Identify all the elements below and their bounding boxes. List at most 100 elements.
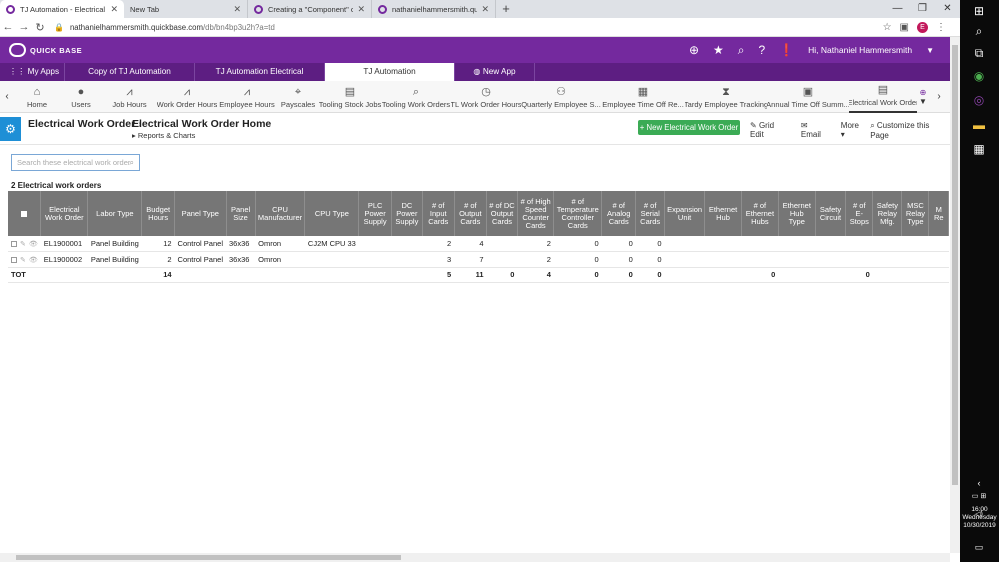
- close-icon[interactable]: ✕: [233, 4, 241, 15]
- reload-icon[interactable]: ↻: [32, 21, 48, 34]
- vertical-scroll-thumb[interactable]: [952, 45, 958, 485]
- column-header[interactable]: # of Input Cards: [422, 191, 455, 236]
- column-header[interactable]: # of Output Cards: [454, 191, 488, 236]
- column-header[interactable]: MSC Relay Type: [901, 191, 930, 236]
- profile-avatar[interactable]: E: [917, 21, 928, 33]
- close-icon[interactable]: ✕: [481, 4, 489, 15]
- email-button[interactable]: ✉ Email: [801, 121, 830, 140]
- add-table-icon[interactable]: ⊕: [920, 88, 927, 97]
- calculator-icon[interactable]: ▦: [970, 140, 988, 158]
- browser-tab[interactable]: New Tab ✕: [124, 0, 248, 18]
- table-row[interactable]: ✎ 👁 EL1900002 Panel Building 2 Control Pa…: [8, 251, 949, 268]
- clock[interactable]: 16:00 Wednesday 10/30/2019: [960, 506, 999, 530]
- column-header[interactable]: Panel Type: [174, 191, 227, 236]
- column-header[interactable]: Budget Hours: [141, 191, 176, 236]
- new-app-button[interactable]: ◍ New App: [455, 63, 535, 81]
- add-icon[interactable]: ⊕: [689, 43, 699, 57]
- table-item-annual-time-off[interactable]: ▣ Annual Time Off Summ...: [767, 81, 849, 113]
- grid-edit-button[interactable]: ✎ Grid Edit: [750, 121, 790, 140]
- table-item-job-hours[interactable]: ⩘ Job Hours: [102, 81, 157, 113]
- close-icon[interactable]: ✕: [110, 4, 118, 15]
- menu-icon[interactable]: ⋮: [936, 22, 946, 33]
- reports-link[interactable]: ▸ Reports & Charts: [132, 131, 195, 140]
- table-item-payscales[interactable]: ⌖ Payscales: [277, 81, 319, 113]
- table-item-employee-time-off[interactable]: ▦ Employee Time Off Re...: [601, 81, 685, 113]
- table-item-tl-work-order-hours[interactable]: ◷ TL Work Order Hours: [451, 81, 521, 113]
- table-item-electrical-work-order[interactable]: ▤ Electrical Work Order: [849, 81, 917, 113]
- table-item-quarterly-employee[interactable]: ⚇ Quarterly Employee S...: [521, 81, 601, 113]
- breadcrumb-table[interactable]: Electrical Work Order ›: [28, 118, 142, 130]
- column-header[interactable]: Ethernet Hub Type: [778, 191, 816, 236]
- quickbase-logo[interactable]: QUICK BASE: [0, 43, 82, 57]
- favorites-star-icon[interactable]: ★: [713, 43, 724, 57]
- view-icon[interactable]: 👁: [29, 257, 38, 264]
- browser-tab[interactable]: nathanielhammersmith.quickbas ✕: [372, 0, 496, 18]
- windows-start-icon[interactable]: ⊞: [970, 2, 988, 20]
- view-icon[interactable]: 👁: [29, 241, 38, 248]
- search-icon[interactable]: ⌕: [970, 22, 988, 40]
- column-header[interactable]: CPU Type: [304, 191, 360, 236]
- forward-icon[interactable]: →: [16, 21, 32, 33]
- column-header[interactable]: # of DC Output Cards: [486, 191, 518, 236]
- column-header[interactable]: # of High Speed Counter Cards: [517, 191, 555, 236]
- chevron-down-icon[interactable]: ▼: [919, 97, 927, 106]
- app-tab-active[interactable]: TJ Automation: [325, 63, 455, 81]
- app-tab[interactable]: Copy of TJ Automation: [65, 63, 195, 81]
- horizontal-scroll-thumb[interactable]: [16, 555, 401, 560]
- alert-icon[interactable]: ❗: [779, 43, 794, 57]
- table-item-tooling-work-orders[interactable]: ⌕ Tooling Work Orders: [381, 81, 451, 113]
- extension-icon[interactable]: ▣: [900, 22, 909, 33]
- file-explorer-icon[interactable]: ▬: [970, 116, 988, 134]
- column-header[interactable]: CPU Manufacturer: [255, 191, 306, 236]
- my-apps-button[interactable]: ⋮⋮ My Apps: [0, 63, 65, 81]
- chrome-icon[interactable]: ◉: [970, 67, 988, 85]
- edit-icon[interactable]: ✎: [20, 241, 26, 248]
- column-header[interactable]: DC Power Supply: [391, 191, 423, 236]
- column-header[interactable]: PLC Power Supply: [358, 191, 392, 236]
- minimize-icon[interactable]: —: [885, 0, 910, 18]
- close-icon[interactable]: ✕: [357, 4, 365, 15]
- system-tray-icons[interactable]: ▭ ⊞ ◁): [970, 488, 988, 518]
- column-header[interactable]: Electrical Work Order: [40, 191, 89, 236]
- column-header[interactable]: M Re: [928, 191, 949, 236]
- url-field[interactable]: 🔒 nathanielhammersmith.quickbase.com/db/…: [48, 20, 883, 35]
- task-view-icon[interactable]: ⧉: [970, 44, 988, 62]
- edit-icon[interactable]: ✎: [20, 257, 26, 264]
- search-input[interactable]: [17, 158, 130, 167]
- column-header[interactable]: Safety Relay Mfg.: [872, 191, 903, 236]
- table-item-work-order-hours[interactable]: ⩘ Work Order Hours: [157, 81, 217, 113]
- chevron-down-icon[interactable]: ▼: [926, 46, 934, 55]
- scroll-left-icon[interactable]: ‹: [0, 81, 14, 112]
- column-header[interactable]: Safety Circuit: [815, 191, 847, 236]
- row-checkbox[interactable]: [11, 241, 17, 248]
- column-header[interactable]: Panel Size: [226, 191, 256, 236]
- select-all-checkbox[interactable]: [21, 210, 28, 217]
- column-header[interactable]: Ethernet Hub: [704, 191, 742, 236]
- table-item-tardy-employee[interactable]: ⧗ Tardy Employee Tracking: [685, 81, 767, 113]
- star-icon[interactable]: ☆: [883, 22, 892, 33]
- browser-tab[interactable]: Creating a "Component" of with ✕: [248, 0, 372, 18]
- column-header[interactable]: # of Ethernet Hubs: [741, 191, 779, 236]
- column-header[interactable]: # of Temperature Controller Cards: [553, 191, 603, 236]
- column-header[interactable]: Labor Type: [87, 191, 143, 236]
- search-icon[interactable]: ⌕: [738, 43, 745, 58]
- user-menu[interactable]: Hi, Nathaniel Hammersmith: [808, 45, 912, 55]
- notification-icon[interactable]: ▭: [970, 538, 988, 556]
- close-window-icon[interactable]: ✕: [935, 0, 960, 18]
- customize-button[interactable]: ⌕ Customize this Page: [870, 121, 950, 140]
- column-header[interactable]: # of E-Stops: [845, 191, 874, 236]
- scroll-right-icon[interactable]: ›: [929, 81, 949, 112]
- back-icon[interactable]: ←: [0, 21, 16, 33]
- table-row[interactable]: ✎ 👁 EL1900001 Panel Building 12 Control P…: [8, 236, 949, 252]
- new-record-button[interactable]: + New Electrical Work Order: [638, 120, 740, 135]
- table-item-employee-hours[interactable]: ⩘ Employee Hours: [217, 81, 277, 113]
- horizontal-scrollbar[interactable]: [0, 553, 950, 562]
- new-tab-button[interactable]: +: [496, 0, 516, 18]
- quickbase-app-icon[interactable]: ◎: [970, 91, 988, 109]
- app-tab[interactable]: TJ Automation Electrical: [195, 63, 325, 81]
- restore-icon[interactable]: ❐: [910, 0, 935, 18]
- table-item-home[interactable]: ⌂ Home: [14, 81, 60, 113]
- vertical-scrollbar[interactable]: [950, 37, 960, 553]
- column-header[interactable]: Expansion Unit: [664, 191, 706, 236]
- table-item-tooling-stock-jobs[interactable]: ▤ Tooling Stock Jobs: [319, 81, 381, 113]
